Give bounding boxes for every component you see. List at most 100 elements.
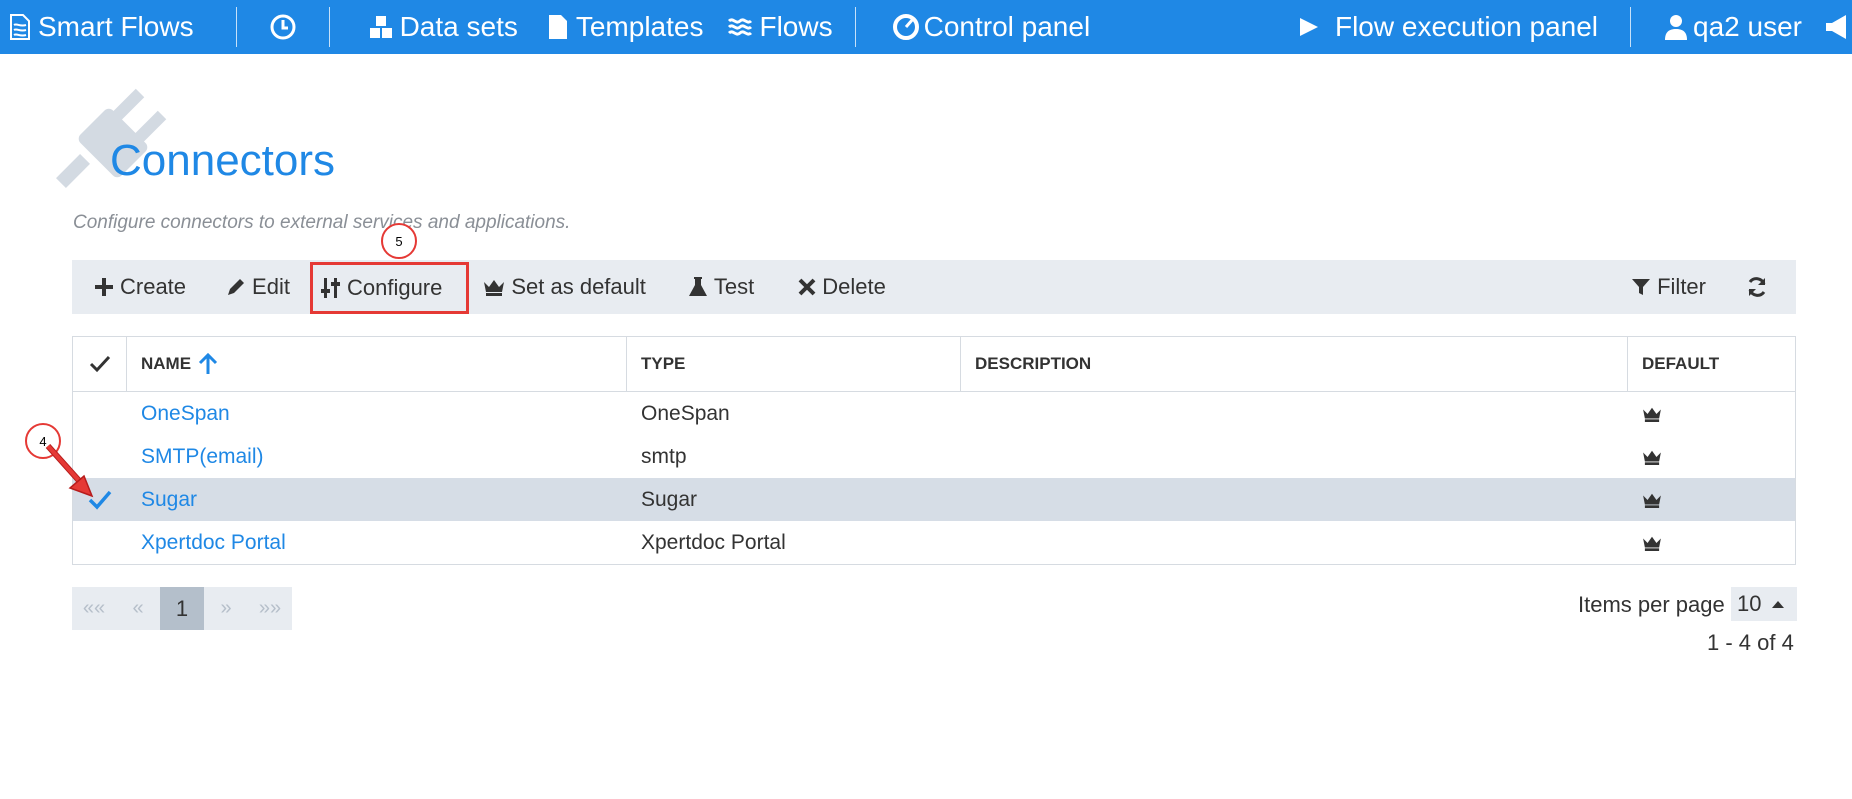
page-title: Connectors bbox=[110, 136, 336, 185]
items-per-page-label: Items per page bbox=[1578, 592, 1725, 617]
waves-icon bbox=[728, 18, 753, 36]
column-header-default[interactable]: DEFAULT bbox=[1628, 337, 1795, 391]
create-button[interactable]: Create bbox=[72, 260, 206, 314]
last-page-button[interactable]: »» bbox=[248, 587, 292, 630]
connector-type: Sugar bbox=[641, 487, 698, 511]
test-button-label: Test bbox=[713, 274, 755, 299]
column-header-description-label: DESCRIPTION bbox=[975, 354, 1092, 373]
row-checkbox[interactable] bbox=[73, 392, 127, 435]
table-row-selected[interactable]: Sugar Sugar bbox=[73, 478, 1795, 521]
filter-button-label: Filter bbox=[1657, 274, 1706, 299]
row-checkbox[interactable] bbox=[73, 521, 127, 564]
create-button-label: Create bbox=[120, 274, 187, 299]
table-row[interactable]: SMTP(email) smtp bbox=[73, 435, 1795, 478]
items-per-page-value: 10 bbox=[1737, 591, 1762, 616]
nav-flows-label: Flows bbox=[759, 11, 833, 42]
nav-flow-execution-label: Flow execution panel bbox=[1334, 11, 1599, 42]
crown-icon bbox=[1643, 493, 1661, 508]
crown-icon bbox=[1643, 450, 1661, 465]
pagination: «« « 1 » »» bbox=[72, 587, 292, 630]
edit-button-label: Edit bbox=[252, 274, 290, 299]
file-icon bbox=[548, 15, 567, 39]
column-header-type-label: TYPE bbox=[641, 354, 686, 373]
brand-link[interactable]: Smart Flows bbox=[0, 0, 194, 54]
table-row[interactable]: OneSpan OneSpan bbox=[73, 392, 1795, 435]
default-crown-button[interactable] bbox=[1628, 478, 1795, 521]
crown-icon bbox=[484, 280, 505, 296]
configure-button-label: Configure bbox=[346, 274, 443, 300]
table-row[interactable]: Xpertdoc Portal Xpertdoc Portal bbox=[73, 521, 1795, 564]
current-page-button[interactable]: 1 bbox=[160, 587, 204, 630]
user-name: qa2 user bbox=[1693, 11, 1802, 42]
gauge-icon bbox=[892, 14, 919, 40]
sort-ascending-arrow-icon bbox=[199, 352, 218, 374]
connector-description bbox=[961, 392, 1628, 435]
megaphone-icon bbox=[1826, 15, 1846, 39]
cubes-icon bbox=[369, 16, 392, 38]
brand-name: Smart Flows bbox=[38, 11, 194, 42]
top-navigation-bar: Smart Flows Data sets Templates Flows Co bbox=[0, 0, 1852, 54]
select-all-checkbox[interactable] bbox=[73, 337, 127, 391]
previous-page-button[interactable]: « bbox=[116, 587, 160, 630]
close-icon bbox=[798, 278, 816, 296]
connector-type: Xpertdoc Portal bbox=[641, 530, 786, 554]
actions-toolbar: Create Edit Configure Set as default Tes… bbox=[72, 260, 1796, 314]
test-button[interactable]: Test bbox=[666, 260, 774, 314]
annotation-step-5: 5 bbox=[381, 223, 417, 259]
connector-type: OneSpan bbox=[641, 401, 730, 425]
refresh-icon bbox=[1748, 277, 1766, 297]
nav-templates[interactable]: Templates bbox=[518, 0, 704, 54]
connector-type: smtp bbox=[641, 444, 687, 468]
connector-name-link[interactable]: Sugar bbox=[127, 478, 627, 521]
default-crown-button[interactable] bbox=[1628, 521, 1795, 564]
connector-description bbox=[961, 478, 1628, 521]
filter-icon bbox=[1632, 279, 1651, 295]
nav-data-sets-label: Data sets bbox=[399, 11, 518, 42]
default-crown-button[interactable] bbox=[1628, 392, 1795, 435]
next-page-button[interactable]: » bbox=[204, 587, 248, 630]
table-header: NAME TYPE DESCRIPTION DEFAULT bbox=[73, 337, 1795, 392]
column-header-default-label: DEFAULT bbox=[1642, 354, 1720, 373]
pencil-icon bbox=[228, 279, 245, 295]
nav-data-sets[interactable]: Data sets bbox=[330, 0, 518, 54]
notifications-button[interactable] bbox=[1824, 0, 1852, 54]
configure-button[interactable]: Configure bbox=[309, 261, 470, 314]
nav-control-panel-label: Control panel bbox=[923, 11, 1091, 42]
play-icon bbox=[1299, 18, 1318, 36]
connector-name-link[interactable]: Xpertdoc Portal bbox=[127, 521, 627, 564]
sliders-icon bbox=[320, 277, 340, 298]
column-header-name[interactable]: NAME bbox=[127, 337, 627, 391]
delete-button-label: Delete bbox=[822, 274, 886, 299]
page-subtitle: Configure connectors to external service… bbox=[73, 212, 571, 233]
column-header-name-label: NAME bbox=[141, 354, 192, 373]
crown-icon bbox=[1643, 407, 1661, 422]
flask-icon bbox=[688, 277, 707, 296]
first-page-button[interactable]: «« bbox=[72, 587, 116, 630]
user-menu[interactable]: qa2 user bbox=[1631, 0, 1824, 54]
pagination-range: 1 - 4 of 4 bbox=[1707, 630, 1794, 655]
set-as-default-button[interactable]: Set as default bbox=[469, 260, 666, 314]
items-per-page-select[interactable]: 10 bbox=[1731, 587, 1797, 621]
history-button[interactable] bbox=[237, 0, 329, 54]
crown-icon bbox=[1643, 536, 1661, 551]
connector-description bbox=[961, 521, 1628, 564]
column-header-description[interactable]: DESCRIPTION bbox=[961, 337, 1628, 391]
connectors-table: NAME TYPE DESCRIPTION DEFAULT OneSpan On… bbox=[72, 336, 1796, 565]
plus-icon bbox=[95, 278, 113, 296]
connector-name-link[interactable]: OneSpan bbox=[127, 392, 627, 435]
nav-flow-execution-panel[interactable]: Flow execution panel bbox=[1297, 0, 1630, 54]
nav-templates-label: Templates bbox=[575, 11, 704, 42]
filter-button[interactable]: Filter bbox=[1611, 260, 1726, 314]
default-crown-button[interactable] bbox=[1628, 435, 1795, 478]
nav-control-panel[interactable]: Control panel bbox=[856, 0, 1091, 54]
caret-up-icon bbox=[1772, 601, 1785, 608]
annotation-arrow-icon bbox=[45, 443, 94, 498]
refresh-button[interactable] bbox=[1726, 260, 1796, 314]
nav-flows[interactable]: Flows bbox=[703, 0, 833, 54]
check-icon bbox=[89, 355, 110, 373]
smart-flows-logo-icon bbox=[10, 14, 30, 40]
column-header-type[interactable]: TYPE bbox=[627, 337, 961, 391]
delete-button[interactable]: Delete bbox=[774, 260, 906, 314]
connector-name-link[interactable]: SMTP(email) bbox=[127, 435, 627, 478]
edit-button[interactable]: Edit bbox=[206, 260, 310, 314]
